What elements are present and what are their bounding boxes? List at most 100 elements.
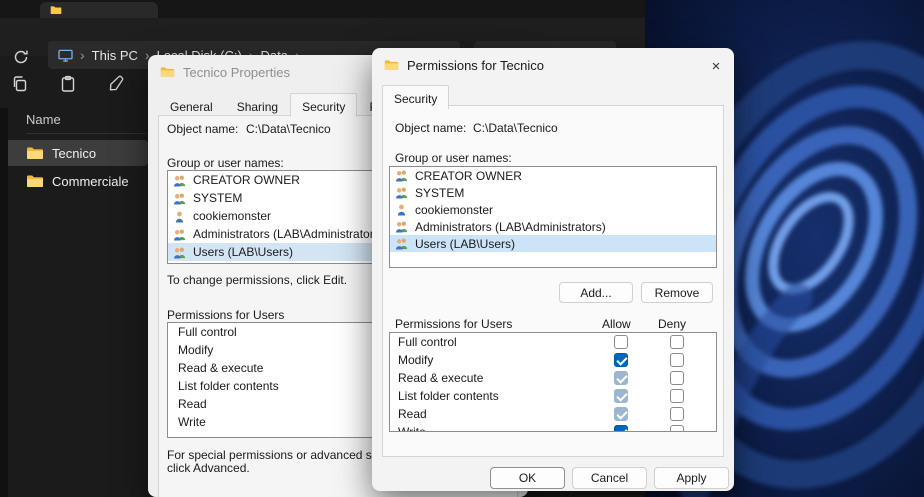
permission-label: Read & execute <box>398 371 483 385</box>
ok-button-label: OK <box>519 471 536 485</box>
allow-checkbox-5[interactable] <box>614 425 628 432</box>
permission-label: Modify <box>398 353 433 367</box>
object-name-label: Object name: <box>167 122 238 136</box>
file-row-tecnico[interactable]: Tecnico <box>2 140 148 166</box>
permission-name: Full control <box>178 325 237 339</box>
permission-label: Full control <box>398 335 457 349</box>
list-item-creator-owner[interactable]: CREATOR OWNER <box>390 167 716 184</box>
paste-button[interactable] <box>56 72 80 96</box>
list-item-users[interactable]: Users (LAB\Users) <box>390 235 716 252</box>
command-bar <box>0 70 148 102</box>
permission-row-list-folder-contents: List folder contents <box>390 387 716 405</box>
breadcrumb-this-pc[interactable]: This PC <box>92 48 138 63</box>
explorer-tab-strip <box>0 0 645 18</box>
allow-column-header: Allow <box>602 317 631 331</box>
deny-checkbox-3[interactable] <box>670 389 684 403</box>
deny-column-header: Deny <box>658 317 686 331</box>
user-icon <box>172 210 187 223</box>
permissions-checkbox-list: Full control Modify Read & execute List … <box>389 332 717 432</box>
advanced-hint-line2: click Advanced. <box>167 462 401 475</box>
remove-button[interactable]: Remove <box>641 282 713 303</box>
permission-name: Read & execute <box>178 361 263 375</box>
group-list: CREATOR OWNER SYSTEM cookiemonster Admin… <box>389 166 717 268</box>
add-button[interactable]: Add... <box>559 282 633 303</box>
file-name: Tecnico <box>52 146 96 161</box>
object-name-value: C:\Data\Tecnico <box>246 122 331 136</box>
group-name: cookiemonster <box>415 203 493 217</box>
dialog-title: Permissions for Tecnico <box>407 58 544 73</box>
group-icon <box>172 192 187 205</box>
permission-name: List folder contents <box>178 379 279 393</box>
allow-checkbox-0[interactable] <box>614 335 628 349</box>
permission-row-read: Read <box>390 405 716 423</box>
this-pc-icon <box>58 49 73 62</box>
group-icon <box>394 220 409 233</box>
file-name: Commerciale <box>52 174 129 189</box>
permission-label: Write <box>398 425 426 432</box>
deny-checkbox-0[interactable] <box>670 335 684 349</box>
left-edge-strip <box>0 108 8 497</box>
close-button[interactable]: × <box>706 56 726 76</box>
column-header-name[interactable]: Name <box>26 112 146 134</box>
file-row-commerciale[interactable]: Commerciale <box>2 168 148 194</box>
close-icon: × <box>712 58 721 75</box>
group-icon <box>394 169 409 182</box>
remove-button-label: Remove <box>655 286 700 300</box>
ok-button[interactable]: OK <box>490 467 565 489</box>
group-or-user-names-label: Group or user names: <box>167 156 284 170</box>
permission-row-modify: Modify <box>390 351 716 369</box>
group-or-user-names-label: Group or user names: <box>395 151 512 165</box>
permission-row-read-execute: Read & execute <box>390 369 716 387</box>
apply-button-label: Apply <box>676 471 706 485</box>
group-name: Administrators (LAB\Administrators) <box>193 227 384 241</box>
tab-security[interactable]: Security <box>290 93 357 117</box>
group-name: SYSTEM <box>193 191 242 205</box>
group-icon <box>394 186 409 199</box>
allow-checkbox-2[interactable] <box>614 371 628 385</box>
permission-row-full-control: Full control <box>390 333 716 351</box>
group-name: cookiemonster <box>193 209 271 223</box>
permission-label: List folder contents <box>398 389 499 403</box>
desktop: › This PC › Local Disk (C:) › Data › Sea… <box>0 0 924 497</box>
permission-name: Write <box>178 415 206 429</box>
deny-checkbox-4[interactable] <box>670 407 684 421</box>
object-name-value: C:\Data\Tecnico <box>473 121 558 135</box>
user-icon <box>394 203 409 216</box>
permissions-for-users-label: Permissions for Users <box>395 317 512 331</box>
permission-name: Read <box>178 397 207 411</box>
explorer-tab[interactable] <box>40 2 158 18</box>
permissions-for-users-label: Permissions for Users <box>167 308 284 322</box>
rename-button[interactable] <box>104 72 128 96</box>
list-item-administrators[interactable]: Administrators (LAB\Administrators) <box>390 218 716 235</box>
permissions-dialog: Permissions for Tecnico × Security Objec… <box>372 48 734 491</box>
deny-checkbox-5[interactable] <box>670 425 684 432</box>
allow-checkbox-3[interactable] <box>614 389 628 403</box>
list-item-cookiemonster[interactable]: cookiemonster <box>390 201 716 218</box>
folder-icon <box>26 146 44 160</box>
allow-checkbox-4[interactable] <box>614 407 628 421</box>
refresh-button[interactable] <box>10 46 32 68</box>
cancel-button-label: Cancel <box>591 471 628 485</box>
group-icon <box>172 174 187 187</box>
copy-button[interactable] <box>8 72 32 96</box>
folder-icon <box>384 59 399 71</box>
deny-checkbox-2[interactable] <box>670 371 684 385</box>
allow-checkbox-1[interactable] <box>614 353 628 367</box>
group-icon <box>172 246 187 259</box>
group-name: CREATOR OWNER <box>415 169 522 183</box>
group-name: SYSTEM <box>415 186 464 200</box>
dialog-title: Tecnico Properties <box>183 65 290 80</box>
permission-row-write: Write <box>390 423 716 432</box>
security-tab-page: Object name: C:\Data\Tecnico Group or us… <box>382 105 724 457</box>
cancel-button[interactable]: Cancel <box>572 467 647 489</box>
folder-icon <box>26 174 44 188</box>
apply-button[interactable]: Apply <box>654 467 729 489</box>
group-icon <box>394 237 409 250</box>
folder-icon <box>160 66 175 78</box>
list-item-system[interactable]: SYSTEM <box>390 184 716 201</box>
object-name-label: Object name: <box>395 121 466 135</box>
deny-checkbox-1[interactable] <box>670 353 684 367</box>
advanced-hint: For special permissions or advanced sett… <box>167 449 401 475</box>
tab-security[interactable]: Security <box>382 85 449 109</box>
folder-icon <box>50 5 62 15</box>
